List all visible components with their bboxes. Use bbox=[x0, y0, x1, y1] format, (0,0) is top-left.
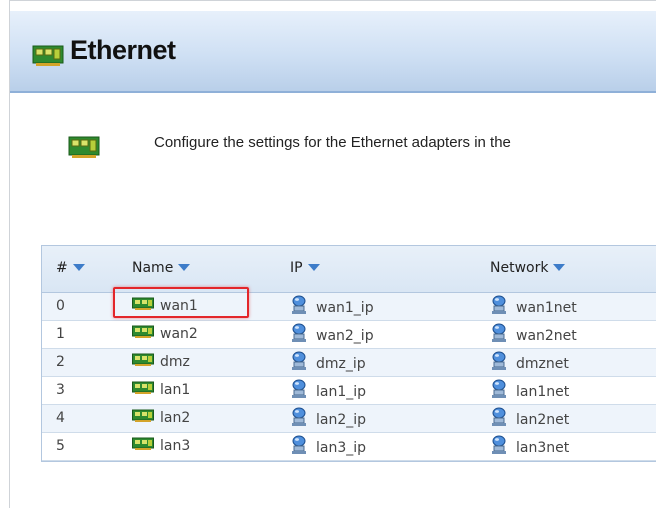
table-row[interactable]: 2 dmz dmz_ip dmznet bbox=[42, 349, 656, 377]
table-body: 0 wan1 wan1_ip wan1net 1 wan2 wan2_ip wa… bbox=[42, 293, 656, 461]
network-object-link[interactable]: lan2net bbox=[490, 407, 569, 430]
row-number: 5 bbox=[56, 438, 65, 454]
interface-name-link[interactable]: wan2 bbox=[132, 325, 198, 342]
ethernet-card-icon bbox=[132, 409, 154, 422]
ip-object-link[interactable]: wan1_ip bbox=[290, 295, 374, 318]
address-object-icon bbox=[292, 351, 306, 370]
network-object-link[interactable]: dmznet bbox=[490, 351, 569, 374]
address-object-icon bbox=[492, 435, 506, 454]
table-header: # Name IP Network bbox=[42, 246, 656, 293]
ethernet-card-icon bbox=[132, 437, 154, 450]
ip-object-link[interactable]: wan2_ip bbox=[290, 323, 374, 346]
interface-name-link[interactable]: lan2 bbox=[132, 409, 190, 426]
address-object-icon bbox=[492, 323, 506, 342]
table-row[interactable]: 1 wan2 wan2_ip wan2net bbox=[42, 321, 656, 349]
row-number: 0 bbox=[56, 298, 65, 314]
ethernet-table: # Name IP Network 0 wan1 wan1_ip wan1net… bbox=[41, 245, 656, 462]
column-header-ip[interactable]: IP bbox=[290, 260, 320, 276]
row-number: 3 bbox=[56, 382, 65, 398]
interface-name-link[interactable]: lan3 bbox=[132, 437, 190, 454]
sort-arrow-icon bbox=[553, 263, 566, 271]
ip-object-link[interactable]: lan1_ip bbox=[290, 379, 366, 402]
address-object-icon bbox=[492, 295, 506, 314]
sort-arrow-icon bbox=[178, 263, 191, 271]
table-row[interactable]: 0 wan1 wan1_ip wan1net bbox=[42, 293, 656, 321]
ip-object-link[interactable]: lan2_ip bbox=[290, 407, 366, 430]
address-object-icon bbox=[292, 379, 306, 398]
ethernet-card-icon bbox=[32, 45, 64, 66]
row-number: 1 bbox=[56, 326, 65, 342]
ethernet-card-icon bbox=[132, 325, 154, 338]
column-header-name[interactable]: Name bbox=[132, 260, 191, 276]
address-object-icon bbox=[292, 435, 306, 454]
page-title: Ethernet bbox=[70, 35, 176, 65]
interface-name-link[interactable]: lan1 bbox=[132, 381, 190, 398]
sort-arrow-icon bbox=[72, 263, 85, 271]
network-object-link[interactable]: lan3net bbox=[490, 435, 569, 458]
ethernet-card-icon bbox=[132, 353, 154, 366]
network-object-link[interactable]: wan1net bbox=[490, 295, 577, 318]
column-header-number[interactable]: # bbox=[56, 260, 85, 276]
interface-name-link[interactable]: wan1 bbox=[132, 297, 198, 314]
table-row[interactable]: 4 lan2 lan2_ip lan2net bbox=[42, 405, 656, 433]
page-header: Ethernet bbox=[10, 11, 656, 93]
address-object-icon bbox=[492, 379, 506, 398]
network-object-link[interactable]: wan2net bbox=[490, 323, 577, 346]
address-object-icon bbox=[492, 407, 506, 426]
ethernet-card-icon bbox=[132, 381, 154, 394]
content-frame: Ethernet Configure the settings for the … bbox=[9, 0, 656, 508]
ethernet-card-icon bbox=[68, 136, 100, 158]
address-object-icon bbox=[292, 323, 306, 342]
table-row[interactable]: 3 lan1 lan1_ip lan1net bbox=[42, 377, 656, 405]
sort-arrow-icon bbox=[307, 263, 320, 271]
column-header-network[interactable]: Network bbox=[490, 260, 566, 276]
address-object-icon bbox=[492, 351, 506, 370]
ip-object-link[interactable]: lan3_ip bbox=[290, 435, 366, 458]
interface-name-link[interactable]: dmz bbox=[132, 353, 190, 370]
row-number: 4 bbox=[56, 410, 65, 426]
address-object-icon bbox=[292, 295, 306, 314]
network-object-link[interactable]: lan1net bbox=[490, 379, 569, 402]
row-number: 2 bbox=[56, 354, 65, 370]
address-object-icon bbox=[292, 407, 306, 426]
ip-object-link[interactable]: dmz_ip bbox=[290, 351, 366, 374]
page-description: Configure the settings for the Ethernet … bbox=[154, 134, 511, 151]
table-row[interactable]: 5 lan3 lan3_ip lan3net bbox=[42, 433, 656, 461]
ethernet-card-icon bbox=[132, 297, 154, 310]
